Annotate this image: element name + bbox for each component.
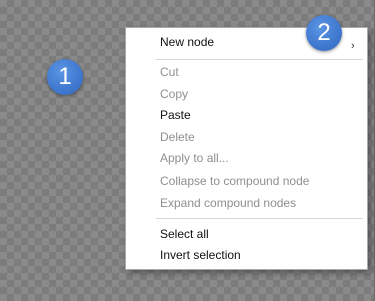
menu-item-label: Delete [160,130,195,144]
menu-item-label: Collapse to compound node [160,174,310,188]
menu-item-invert-selection[interactable]: Invert selection [160,245,241,265]
menu-item-label: Paste [160,108,191,122]
menu-item-select-all[interactable]: Select all [160,224,209,244]
menu-item-label: Copy [160,87,189,101]
menu-item-delete[interactable]: Delete [160,127,195,147]
menu-item-label: Invert selection [160,248,241,262]
step-badge-1: 1 [47,59,83,95]
menu-item-copy[interactable]: Copy [160,84,188,104]
menu-item-paste[interactable]: Paste [160,105,191,125]
menu-item-cut[interactable]: Cut [160,62,179,82]
menu-item-expand-compound-nodes[interactable]: Expand compound nodes [160,193,296,213]
menu-item-collapse-to-compound-node[interactable]: Collapse to compound node [160,171,309,191]
context-menu: New node › Cut Copy Paste Delete Apply t… [125,27,368,270]
menu-item-apply-to-all[interactable]: Apply to all... [160,148,229,168]
submenu-arrow-icon: › [351,40,355,52]
menu-item-label: Expand compound nodes [160,196,297,210]
menu-separator [156,59,363,60]
menu-separator [156,218,363,219]
menu-item-label: New node [160,35,215,49]
step-badge-2: 2 [306,15,342,51]
menu-item-label: Cut [160,65,179,79]
menu-item-label: Select all [160,227,209,241]
menu-item-label: Apply to all... [160,151,229,165]
menu-item-new-node[interactable]: New node [160,32,214,52]
